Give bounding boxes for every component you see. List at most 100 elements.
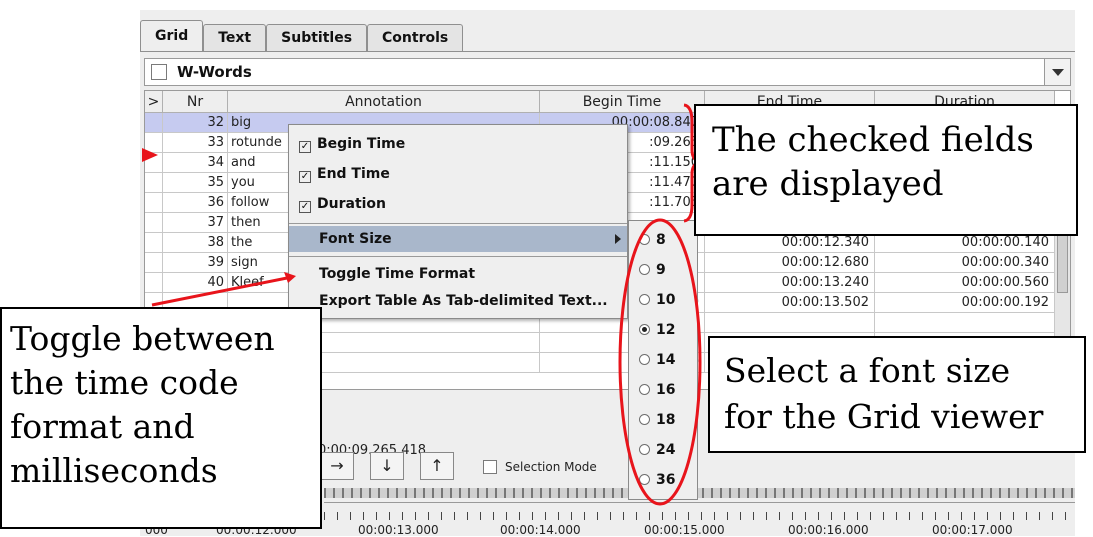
callout-toggle-time: Toggle between the time code format and … <box>0 307 322 529</box>
radio-icon <box>639 294 650 305</box>
radio-icon <box>639 474 650 485</box>
timeline-label: 00:00:15.000 <box>644 523 725 537</box>
check-icon: ✓ <box>299 141 311 153</box>
cell-duration[interactable] <box>875 313 1055 333</box>
callout-line: the time code <box>10 363 239 402</box>
callout-font-size: Select a font size for the Grid viewer <box>708 336 1086 453</box>
radio-icon <box>639 444 650 455</box>
callout-line: The checked fields <box>712 120 1034 160</box>
cell-nr[interactable]: 39 <box>163 253 228 273</box>
menu-item-end-time[interactable]: ✓ End Time <box>289 161 627 187</box>
menu-item-begin-time[interactable]: ✓ Begin Time <box>289 131 627 157</box>
font-size-option-16[interactable]: 16 <box>629 375 697 405</box>
column-header-annotation[interactable]: Annotation <box>228 91 540 113</box>
tab-subtitles[interactable]: Subtitles <box>266 24 368 52</box>
column-header-begin-time[interactable]: Begin Time <box>540 91 705 113</box>
column-header-nr[interactable]: Nr <box>163 91 228 113</box>
font-size-label: 36 <box>656 472 676 488</box>
menu-item-label: Font Size <box>319 231 392 247</box>
radio-icon <box>639 324 650 335</box>
timeline-label: 00:00:17.000 <box>932 523 1013 537</box>
timeline-ticks <box>324 512 1075 520</box>
cell-marker <box>145 213 163 233</box>
font-size-option-12[interactable]: 12 <box>629 315 697 345</box>
cell-end-time[interactable]: 00:00:13.502 <box>705 293 875 313</box>
cell-end-time[interactable]: 00:00:12.340 <box>705 233 875 253</box>
cell-nr[interactable]: 33 <box>163 133 228 153</box>
cell-duration[interactable]: 00:00:00.192 <box>875 293 1055 313</box>
font-size-submenu: 8 9 10 12 14 16 18 24 36 <box>628 220 698 500</box>
menu-item-label: End Time <box>317 166 390 182</box>
menu-item-export-table[interactable]: Export Table As Tab-delimited Text... <box>289 288 627 314</box>
menu-item-font-size[interactable]: Font Size <box>289 226 627 252</box>
cell-duration[interactable]: 00:00:00.140 <box>875 233 1055 253</box>
tab-divider <box>140 51 1075 52</box>
cell-marker <box>145 113 163 133</box>
radio-icon <box>639 384 650 395</box>
cell-end-time[interactable]: 00:00:12.680 <box>705 253 875 273</box>
submenu-arrow-icon <box>615 234 621 244</box>
column-header-marker: > <box>145 91 163 113</box>
cell-end-time[interactable]: 00:00:13.240 <box>705 273 875 293</box>
font-size-option-18[interactable]: 18 <box>629 405 697 435</box>
cell-nr[interactable]: 35 <box>163 173 228 193</box>
cell-nr[interactable]: 36 <box>163 193 228 213</box>
callout-line: for the Grid viewer <box>724 397 1044 436</box>
menu-separator <box>289 256 627 257</box>
callout-checked-fields: The checked fields are displayed <box>694 104 1078 236</box>
nav-right-button[interactable]: → <box>320 452 354 480</box>
viewer-tabs: Grid Text Subtitles Controls <box>140 20 464 52</box>
menu-item-duration[interactable]: ✓ Duration <box>289 191 627 217</box>
selection-mode-checkbox[interactable] <box>483 460 497 474</box>
cell-nr[interactable]: 37 <box>163 213 228 233</box>
tier-name: W-Words <box>177 63 252 81</box>
menu-item-label: Begin Time <box>317 136 406 152</box>
cell-marker <box>145 273 163 293</box>
cell-end-time[interactable] <box>705 313 875 333</box>
cell-marker <box>145 193 163 213</box>
timeline-label: 00:00:16.000 <box>788 523 869 537</box>
font-size-option-36[interactable]: 36 <box>629 465 697 495</box>
cell-duration[interactable]: 00:00:00.340 <box>875 253 1055 273</box>
font-size-option-8[interactable]: 8 <box>629 225 697 255</box>
font-size-option-10[interactable]: 10 <box>629 285 697 315</box>
selection-mode-label: Selection Mode <box>505 460 597 474</box>
menu-item-toggle-time-format[interactable]: Toggle Time Format <box>289 261 627 287</box>
nav-down-button[interactable]: ↓ <box>370 452 404 480</box>
menu-separator <box>289 223 627 224</box>
font-size-label: 14 <box>656 352 676 368</box>
cell-nr[interactable]: 34 <box>163 153 228 173</box>
tier-checkbox[interactable] <box>151 64 167 80</box>
font-size-label: 16 <box>656 382 676 398</box>
timeline-line <box>324 502 1075 503</box>
callout-line: milliseconds <box>10 451 218 490</box>
timeline-label: 00:00:14.000 <box>500 523 581 537</box>
font-size-label: 18 <box>656 412 676 428</box>
font-size-option-24[interactable]: 24 <box>629 435 697 465</box>
radio-icon <box>639 414 650 425</box>
font-size-option-14[interactable]: 14 <box>629 345 697 375</box>
font-size-label: 10 <box>656 292 676 308</box>
selection-mode-toggle[interactable]: Selection Mode <box>483 460 597 474</box>
font-size-label: 8 <box>656 232 666 248</box>
cell-marker <box>145 133 163 153</box>
callout-line: Select a font size <box>724 351 1011 390</box>
font-size-option-9[interactable]: 9 <box>629 255 697 285</box>
cell-marker <box>145 233 163 253</box>
check-icon: ✓ <box>299 201 311 213</box>
cell-duration[interactable]: 00:00:00.560 <box>875 273 1055 293</box>
tab-controls[interactable]: Controls <box>367 24 464 52</box>
tab-grid[interactable]: Grid <box>140 20 204 52</box>
cell-marker <box>145 173 163 193</box>
callout-line: are displayed <box>712 164 944 204</box>
font-size-label: 24 <box>656 442 676 458</box>
grid-context-menu: ✓ Begin Time ✓ End Time ✓ Duration Font Siz… <box>288 124 628 319</box>
tier-dropdown-button[interactable] <box>1044 59 1070 85</box>
cell-nr[interactable]: 32 <box>163 113 228 133</box>
tab-text[interactable]: Text <box>203 24 267 52</box>
callout-line: format and <box>10 407 195 446</box>
nav-up-button[interactable]: ↑ <box>420 452 454 480</box>
cell-nr[interactable]: 38 <box>163 233 228 253</box>
cell-nr[interactable]: 40 <box>163 273 228 293</box>
tier-selector[interactable]: W-Words <box>144 58 1071 86</box>
